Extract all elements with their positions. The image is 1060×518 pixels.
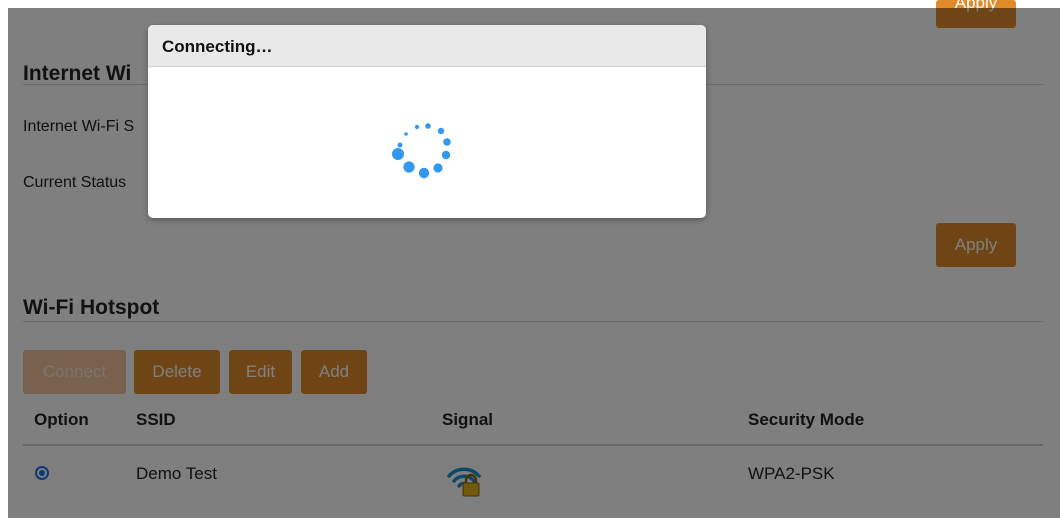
- loading-spinner-icon: [392, 123, 451, 179]
- dialog-title: Connecting…: [162, 37, 273, 56]
- connecting-dialog: Connecting…: [148, 25, 706, 218]
